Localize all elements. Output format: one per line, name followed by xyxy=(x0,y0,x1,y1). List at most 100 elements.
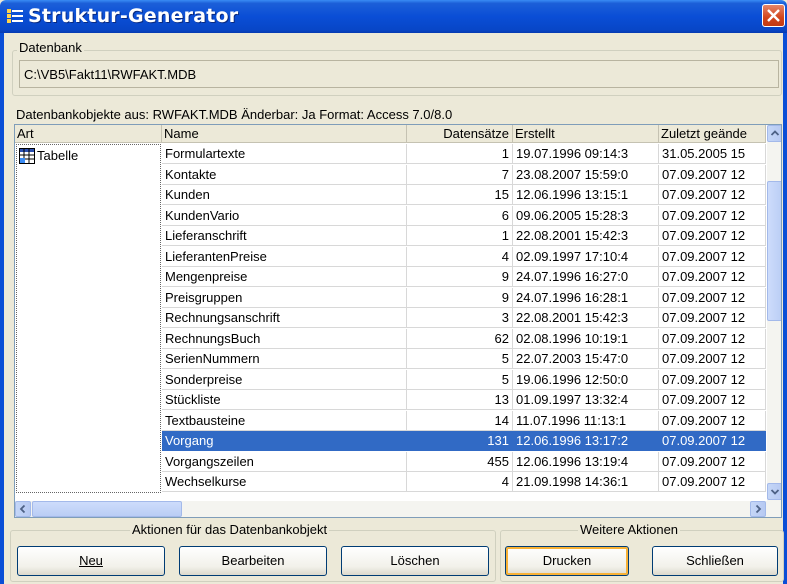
app-icon xyxy=(7,9,23,23)
close-window-button[interactable] xyxy=(762,4,785,27)
cell-name: SerienNummern xyxy=(162,349,407,369)
scroll-right-button[interactable] xyxy=(750,501,766,517)
table-row[interactable]: Textbausteine 14 11.07.1996 11:13:1 07.09.2… xyxy=(162,410,766,432)
column-header-zuletzt[interactable]: Zuletzt geände xyxy=(659,125,766,143)
window-title: Struktur-Generator xyxy=(28,5,239,27)
table-row[interactable]: LieferantenPreise 4 02.09.1997 17:10:4 07.0… xyxy=(162,246,766,268)
cell-erstellt: 22.08.2001 15:42:3 xyxy=(513,308,659,328)
cell-erstellt: 09.06.2005 15:28:3 xyxy=(513,205,659,226)
scroll-left-button[interactable] xyxy=(15,501,31,517)
cell-datensaetze: 455 xyxy=(407,451,513,472)
table-row[interactable]: Vorgang 131 12.06.1996 13:17:2 07.09.2007 1… xyxy=(162,431,766,452)
cell-name: Mengenpreise xyxy=(162,267,407,287)
cell-name: KundenVario xyxy=(162,205,407,226)
title-bar[interactable]: Struktur-Generator xyxy=(0,0,787,33)
cell-datensaetze: 15 xyxy=(407,185,513,205)
object-type-pane[interactable]: Tabelle xyxy=(16,144,161,493)
column-header-datensaetze[interactable]: Datensätze xyxy=(407,125,513,143)
chevron-up-icon xyxy=(770,130,780,136)
cell-datensaetze: 13 xyxy=(407,390,513,410)
column-header-name[interactable]: Name xyxy=(162,125,407,143)
database-objects-listview[interactable]: Art Name Datensätze Erstellt Zuletzt geä… xyxy=(14,124,782,518)
cell-erstellt: 12.06.1996 13:19:4 xyxy=(513,451,659,472)
cell-datensaetze: 7 xyxy=(407,164,513,185)
scroll-up-button[interactable] xyxy=(767,125,781,142)
chevron-right-icon xyxy=(755,504,762,514)
table-row[interactable]: SerienNummern 5 22.07.2003 15:47:0 07.09.20… xyxy=(162,349,766,370)
table-row[interactable]: Wechselkurse 4 21.09.1998 14:36:1 07.09.200… xyxy=(162,472,766,493)
cell-name: Preisgruppen xyxy=(162,287,407,308)
list-header: Art Name Datensätze Erstellt Zuletzt geä… xyxy=(15,125,766,143)
cell-datensaetze: 62 xyxy=(407,328,513,349)
cell-datensaetze: 5 xyxy=(407,349,513,369)
column-header-art[interactable]: Art xyxy=(15,125,162,143)
close-icon xyxy=(767,9,780,22)
delete-button[interactable]: Löschen xyxy=(341,546,489,576)
table-row[interactable]: Mengenpreise 9 24.07.1996 16:27:0 07.09.200… xyxy=(162,267,766,288)
horizontal-scrollbar[interactable] xyxy=(15,501,781,517)
horizontal-scroll-thumb[interactable] xyxy=(32,501,182,517)
table-row[interactable]: Preisgruppen 9 24.07.1996 16:28:1 07.09.200… xyxy=(162,287,766,309)
cell-erstellt: 02.08.1996 10:19:1 xyxy=(513,328,659,349)
database-path-field[interactable]: C:\VB5\Fakt11\RWFAKT.MDB xyxy=(19,60,779,88)
cell-datensaetze: 1 xyxy=(407,144,513,164)
cell-name: Textbausteine xyxy=(162,410,407,431)
close-button[interactable]: Schließen xyxy=(652,546,778,576)
new-button-label: Neu xyxy=(79,553,103,568)
new-button[interactable]: Neu xyxy=(17,546,165,576)
cell-datensaetze: 3 xyxy=(407,308,513,328)
chevron-left-icon xyxy=(19,504,26,514)
print-button[interactable]: Drucken xyxy=(505,546,629,576)
cell-erstellt: 19.06.1996 12:50:0 xyxy=(513,369,659,390)
cell-erstellt: 02.09.1997 17:10:4 xyxy=(513,246,659,267)
cell-name: Formulartexte xyxy=(162,144,407,164)
cell-name: LieferantenPreise xyxy=(162,246,407,267)
cell-zuletzt: 07.09.2007 12 xyxy=(659,472,766,492)
cell-name: Wechselkurse xyxy=(162,472,407,492)
object-actions-label: Aktionen für das Datenbankobjekt xyxy=(130,522,330,537)
cell-datensaetze: 1 xyxy=(407,226,513,246)
database-info-line: Datenbankobjekte aus: RWFAKT.MDB Änderba… xyxy=(16,107,453,122)
table-row[interactable]: Vorgangszeilen 455 12.06.1996 13:19:4 07.09… xyxy=(162,451,766,473)
scroll-down-button[interactable] xyxy=(767,483,781,500)
vertical-scroll-thumb[interactable] xyxy=(767,181,781,321)
cell-name: Vorgangszeilen xyxy=(162,451,407,472)
cell-datensaetze: 131 xyxy=(407,431,513,451)
cell-zuletzt: 07.09.2007 12 xyxy=(659,328,766,349)
cell-datensaetze: 9 xyxy=(407,267,513,287)
cell-name: Rechnungsanschrift xyxy=(162,308,407,328)
cell-zuletzt: 07.09.2007 12 xyxy=(659,246,766,267)
cell-erstellt: 22.07.2003 15:47:0 xyxy=(513,349,659,369)
table-row[interactable]: Formulartexte 1 19.07.1996 09:14:3 31.05.20… xyxy=(162,144,766,165)
cell-name: RechnungsBuch xyxy=(162,328,407,349)
cell-name: Lieferanschrift xyxy=(162,226,407,246)
more-actions-label: Weitere Aktionen xyxy=(578,522,681,537)
cell-zuletzt: 07.09.2007 12 xyxy=(659,431,766,451)
table-row[interactable]: KundenVario 6 09.06.2005 15:28:3 07.09.2007… xyxy=(162,205,766,227)
table-row[interactable]: Lieferanschrift 1 22.08.2001 15:42:3 07.09.… xyxy=(162,226,766,247)
cell-zuletzt: 07.09.2007 12 xyxy=(659,369,766,390)
cell-name: Vorgang xyxy=(162,431,407,451)
edit-button-label: Bearbeiten xyxy=(221,553,285,568)
column-header-erstellt[interactable]: Erstellt xyxy=(513,125,659,143)
cell-zuletzt: 07.09.2007 12 xyxy=(659,390,766,410)
table-row[interactable]: Rechnungsanschrift 3 22.08.2001 15:42:3 07.… xyxy=(162,308,766,329)
table-icon xyxy=(19,148,35,164)
table-row[interactable]: Sonderpreise 5 19.06.1996 12:50:0 07.09.200… xyxy=(162,369,766,391)
database-group-label: Datenbank xyxy=(17,40,84,55)
cell-erstellt: 21.09.1998 14:36:1 xyxy=(513,472,659,492)
table-rows: Formulartexte 1 19.07.1996 09:14:3 31.05.20… xyxy=(162,144,766,493)
cell-zuletzt: 07.09.2007 12 xyxy=(659,410,766,431)
cell-datensaetze: 14 xyxy=(407,410,513,431)
vertical-scrollbar[interactable] xyxy=(767,125,781,501)
cell-name: Kontakte xyxy=(162,164,407,185)
cell-datensaetze: 4 xyxy=(407,246,513,267)
table-row[interactable]: Kontakte 7 23.08.2007 15:59:0 07.09.2007 12 xyxy=(162,164,766,186)
cell-zuletzt: 07.09.2007 12 xyxy=(659,226,766,246)
cell-zuletzt: 07.09.2007 12 xyxy=(659,287,766,308)
table-row[interactable]: Kunden 15 12.06.1996 13:15:1 07.09.2007 12 xyxy=(162,185,766,206)
cell-zuletzt: 07.09.2007 12 xyxy=(659,308,766,328)
table-row[interactable]: RechnungsBuch 62 02.08.1996 10:19:1 07.09.2… xyxy=(162,328,766,350)
edit-button[interactable]: Bearbeiten xyxy=(179,546,327,576)
table-row[interactable]: Stückliste 13 01.09.1997 13:32:4 07.09.2007… xyxy=(162,390,766,411)
